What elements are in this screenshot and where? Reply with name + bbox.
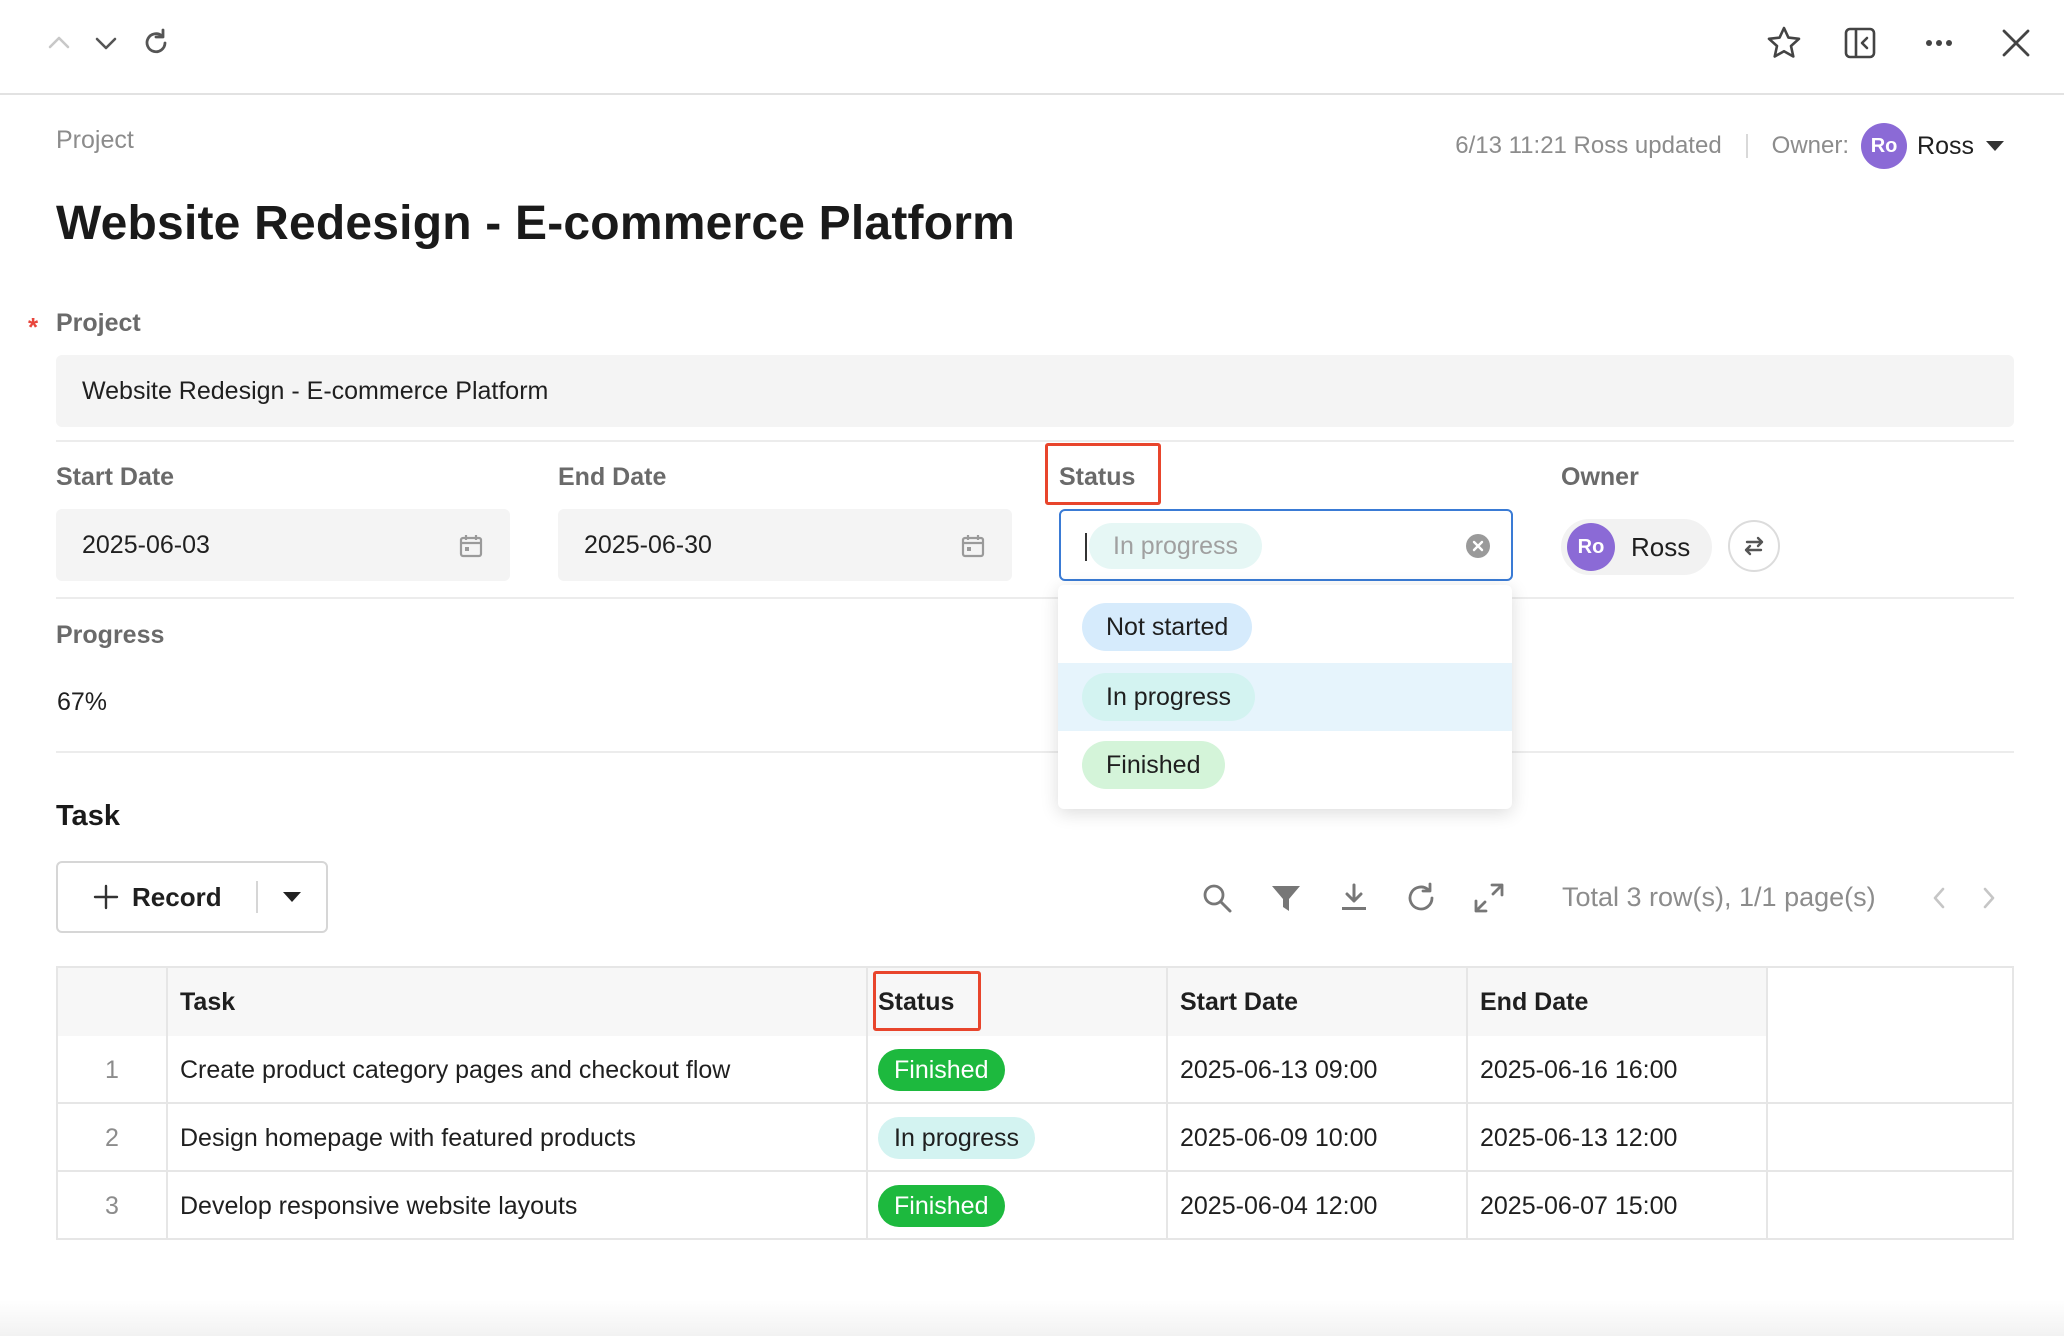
calendar-icon[interactable]	[960, 533, 986, 566]
record-button-label: Record	[132, 881, 222, 912]
owner-chip[interactable]: Ro Ross	[1561, 519, 1713, 575]
end-date-cell[interactable]: 2025-06-07 15:00	[1468, 1172, 1768, 1240]
divider	[56, 751, 2014, 753]
progress-value: 67%	[57, 688, 108, 716]
end-date-cell[interactable]: 2025-06-13 12:00	[1468, 1104, 1768, 1172]
download-icon[interactable]	[1336, 880, 1372, 916]
status-badge: In progress	[878, 1117, 1036, 1159]
option-tag: Finished	[1082, 741, 1225, 789]
index-header	[56, 968, 168, 1036]
caret-down-icon[interactable]	[1986, 141, 2004, 151]
task-table: Task Status Start Date End Date 1 Create…	[56, 966, 2014, 1240]
table-row[interactable]: 1 Create product category pages and chec…	[56, 1036, 2014, 1104]
owner-meta-label: Owner:	[1771, 132, 1850, 159]
add-record-main[interactable]: Record	[58, 863, 256, 931]
end-date-cell[interactable]: 2025-06-16 16:00	[1468, 1036, 1768, 1104]
status-cell[interactable]: Finished	[868, 1036, 1168, 1104]
status-cell[interactable]: In progress	[868, 1104, 1168, 1172]
progress-label: Progress	[56, 621, 165, 649]
owner-label: Owner	[1561, 463, 1639, 491]
status-option-finished[interactable]: Finished	[1058, 731, 1512, 799]
start-date-field[interactable]: 2025-06-03	[56, 509, 510, 581]
chevron-down-icon[interactable]	[85, 22, 127, 64]
start-date-cell[interactable]: 2025-06-09 10:00	[1168, 1104, 1468, 1172]
avatar: Ro	[1567, 523, 1615, 571]
status-column-highlight	[873, 971, 981, 1031]
column-header-end-date[interactable]: End Date	[1468, 968, 1768, 1036]
status-option-in-progress[interactable]: In progress	[1058, 663, 1512, 731]
add-record-button[interactable]: Record	[56, 861, 328, 933]
row-index: 3	[56, 1172, 168, 1240]
search-icon[interactable]	[1199, 880, 1235, 916]
owner-name: Ross	[1631, 531, 1691, 562]
swap-owner-button[interactable]	[1728, 520, 1780, 572]
task-section-title: Task	[56, 800, 120, 832]
prev-page-icon[interactable]	[1921, 880, 1957, 916]
swap-icon	[1744, 536, 1764, 556]
empty-cell	[1768, 1104, 2014, 1172]
end-date-label: End Date	[558, 463, 667, 491]
start-date-value: 2025-06-03	[82, 530, 210, 559]
meta-divider	[1745, 134, 1748, 158]
status-placeholder-tag: In progress	[1089, 523, 1263, 569]
end-date-value: 2025-06-30	[584, 530, 712, 559]
divider	[56, 597, 2014, 599]
breadcrumb: Project	[56, 126, 134, 154]
refresh-icon[interactable]	[135, 22, 177, 64]
table-row[interactable]: 2 Design homepage with featured products…	[56, 1104, 2014, 1172]
record-meta: 6/13 11:21 Ross updated Owner: Ro Ross	[1455, 122, 2004, 170]
close-icon[interactable]	[1995, 22, 2037, 64]
status-badge: Finished	[878, 1049, 1005, 1091]
filter-icon[interactable]	[1268, 880, 1304, 916]
status-badge: Finished	[878, 1185, 1005, 1227]
column-header-task[interactable]: Task	[168, 968, 868, 1036]
text-cursor	[1085, 533, 1087, 561]
start-date-cell[interactable]: 2025-06-13 09:00	[1168, 1036, 1468, 1104]
status-cell[interactable]: Finished	[868, 1172, 1168, 1240]
bottom-edge	[0, 1300, 2064, 1336]
project-label: Project	[56, 309, 141, 337]
calendar-icon[interactable]	[458, 533, 484, 566]
star-icon[interactable]	[1763, 22, 1805, 64]
row-index: 2	[56, 1104, 168, 1172]
table-header-row: Task Status Start Date End Date	[56, 968, 2014, 1036]
column-header-start-date[interactable]: Start Date	[1168, 968, 1468, 1036]
caret-down-icon	[283, 892, 301, 902]
table-row[interactable]: 3 Develop responsive website layouts Fin…	[56, 1172, 2014, 1240]
expand-icon[interactable]	[1471, 880, 1507, 916]
project-field[interactable]: Website Redesign - E-commerce Platform	[56, 355, 2014, 427]
status-dropdown: Not started In progress Finished	[1058, 585, 1512, 809]
row-index: 1	[56, 1036, 168, 1104]
start-date-cell[interactable]: 2025-06-04 12:00	[1168, 1172, 1468, 1240]
empty-header-cell	[1768, 968, 2014, 1036]
avatar: Ro	[1861, 123, 1908, 169]
empty-cell	[1768, 1172, 2014, 1240]
empty-cell	[1768, 1036, 2014, 1104]
page-title: Website Redesign - E-commerce Platform	[56, 197, 1015, 250]
option-tag: Not started	[1082, 603, 1253, 651]
end-date-field[interactable]: 2025-06-30	[558, 509, 1012, 581]
next-page-icon[interactable]	[1971, 880, 2007, 916]
owner-meta-name[interactable]: Ross	[1917, 132, 1974, 161]
pagination-summary: Total 3 row(s), 1/1 page(s)	[1562, 882, 1876, 912]
task-cell[interactable]: Create product category pages and checko…	[168, 1036, 868, 1104]
task-cell[interactable]: Develop responsive website layouts	[168, 1172, 868, 1240]
record-dropdown-toggle[interactable]	[258, 863, 326, 931]
clear-icon[interactable]	[1465, 533, 1491, 564]
task-cell[interactable]: Design homepage with featured products	[168, 1104, 868, 1172]
plus-icon	[93, 884, 119, 910]
sidebar-collapse-icon[interactable]	[1839, 22, 1881, 64]
status-label-highlight	[1045, 443, 1161, 505]
window-toolbar	[0, 0, 2064, 95]
required-asterisk: *	[28, 312, 39, 342]
more-icon[interactable]	[1918, 22, 1960, 64]
divider	[56, 440, 2014, 442]
start-date-label: Start Date	[56, 463, 175, 491]
chevron-up-icon[interactable]	[38, 22, 80, 64]
option-tag: In progress	[1082, 673, 1256, 721]
status-option-not-started[interactable]: Not started	[1058, 593, 1512, 661]
updated-text: 6/13 11:21 Ross updated	[1455, 132, 1722, 159]
refresh-icon[interactable]	[1403, 880, 1439, 916]
status-select[interactable]: In progress	[1059, 509, 1513, 581]
